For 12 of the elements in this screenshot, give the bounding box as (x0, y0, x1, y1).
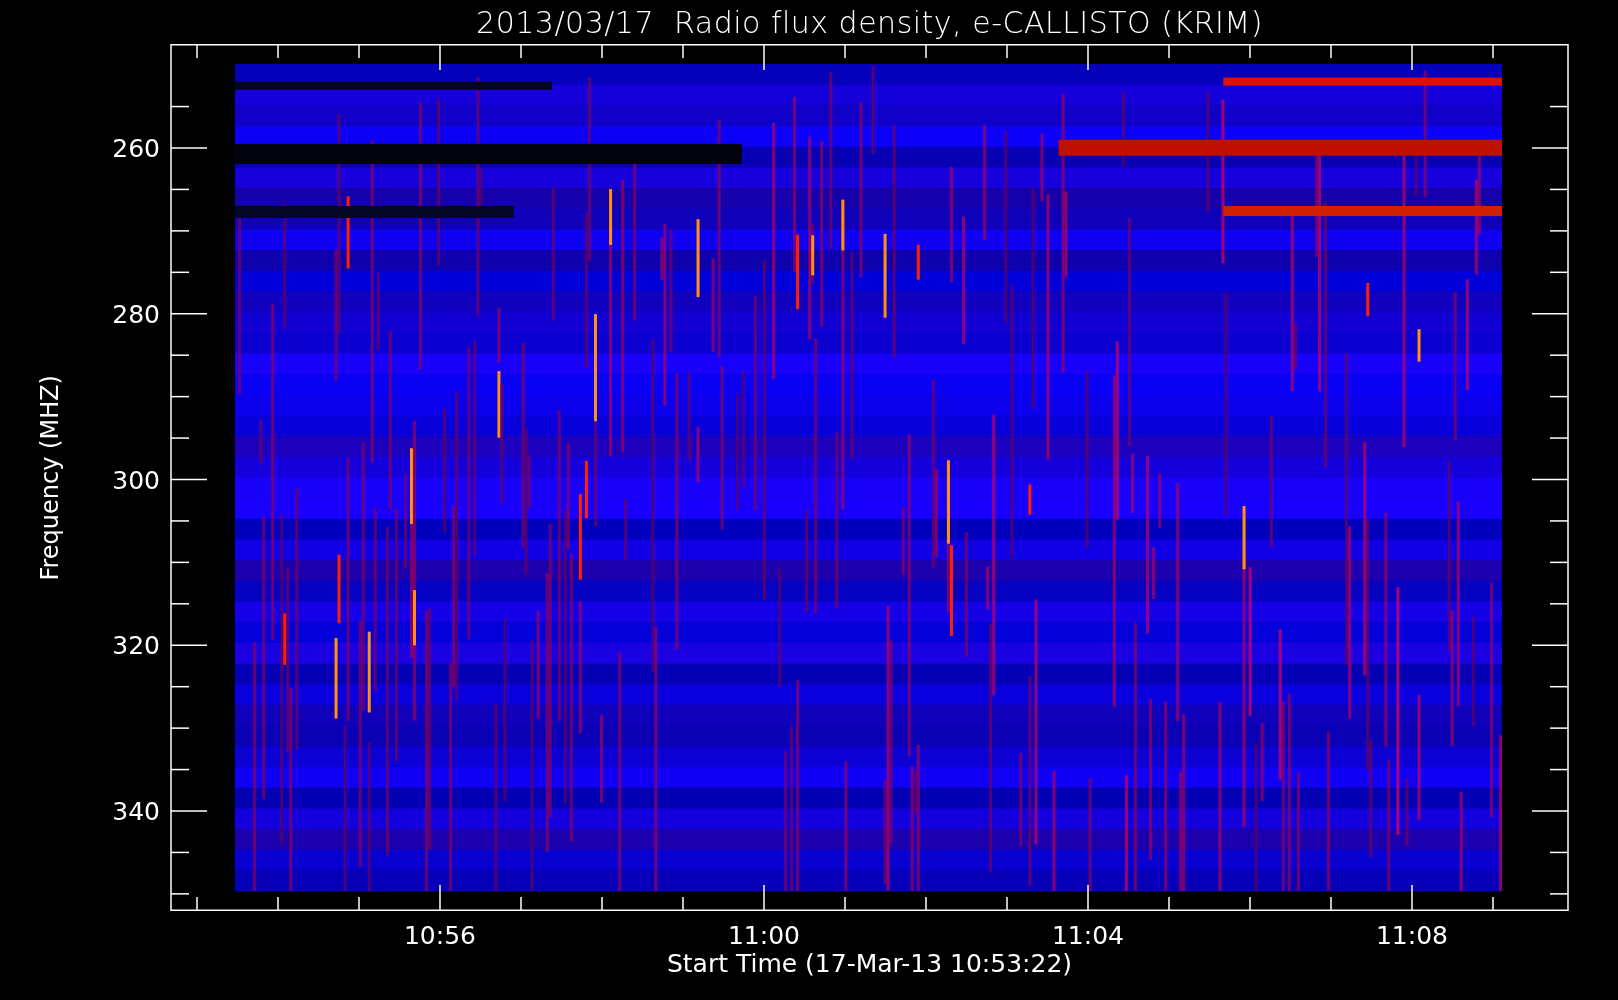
x-tick-label: 10:56 (404, 921, 476, 949)
x-tick-label: 11:08 (1376, 921, 1448, 949)
x-tick-label: 11:00 (728, 921, 800, 949)
y-tick-label: 300 (112, 465, 160, 495)
x-axis-title: Start Time (17-Mar-13 10:53:22) (666, 949, 1073, 978)
y-tick-label: 280 (112, 299, 160, 329)
y-axis-title: Frequency (MHZ) (36, 374, 64, 581)
x-tick-label: 11:04 (1052, 921, 1124, 949)
y-tick-label: 260 (112, 134, 160, 163)
chart-title: 2013/03/17 Radio flux density, e-CALLISTO (KRIM) (476, 4, 1263, 40)
y-tick-label: 340 (112, 797, 160, 826)
y-tick-label: 320 (112, 631, 160, 661)
